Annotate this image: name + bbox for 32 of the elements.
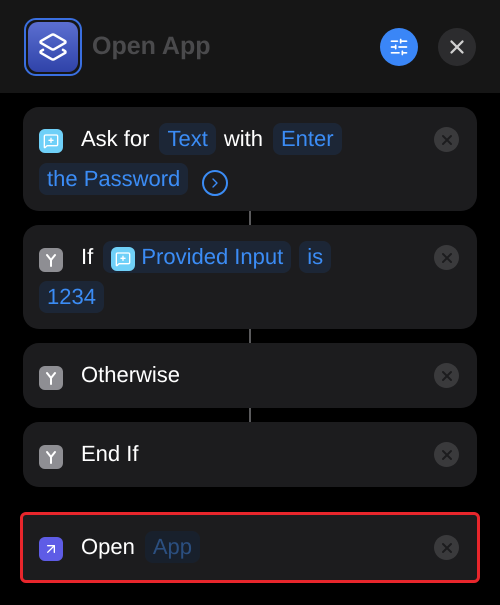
action-label: End If xyxy=(81,441,138,466)
action-label: If xyxy=(81,244,94,269)
action-card[interactable]: Ask for Text with Enter the Password xyxy=(23,107,477,211)
action-card[interactable]: Otherwise xyxy=(23,343,477,408)
variable-token[interactable]: the Password xyxy=(39,163,188,195)
branch-icon xyxy=(39,445,63,469)
branch-icon xyxy=(39,366,63,390)
sliders-icon xyxy=(389,36,409,56)
remove-button[interactable] xyxy=(434,363,459,388)
variable-token[interactable]: 1234 xyxy=(39,281,104,313)
action-card[interactable]: Open App xyxy=(23,515,477,580)
speech-bubble-icon xyxy=(111,247,136,271)
action-label: Open xyxy=(81,534,135,559)
action-card[interactable]: If Provided Input is 1234 xyxy=(23,225,477,329)
remove-button[interactable] xyxy=(434,127,459,152)
action-label: Ask for xyxy=(81,126,150,151)
variable-token[interactable]: Text xyxy=(159,123,216,155)
action-label: with xyxy=(224,126,263,151)
variable-token[interactable]: Enter xyxy=(272,123,342,155)
speech-bubble-icon xyxy=(39,129,63,153)
variable-token[interactable]: Provided Input xyxy=(103,241,292,273)
remove-button[interactable] xyxy=(434,245,459,270)
remove-button[interactable] xyxy=(434,535,459,560)
remove-button[interactable] xyxy=(434,442,459,467)
action-card[interactable]: End If xyxy=(23,422,477,487)
variable-token[interactable]: is xyxy=(299,241,332,273)
app-icon xyxy=(24,18,82,76)
settings-button[interactable] xyxy=(380,28,418,66)
action-label: Otherwise xyxy=(81,362,180,387)
branch-icon xyxy=(39,248,63,272)
close-button[interactable] xyxy=(438,28,476,66)
chevron-button[interactable] xyxy=(202,170,228,196)
